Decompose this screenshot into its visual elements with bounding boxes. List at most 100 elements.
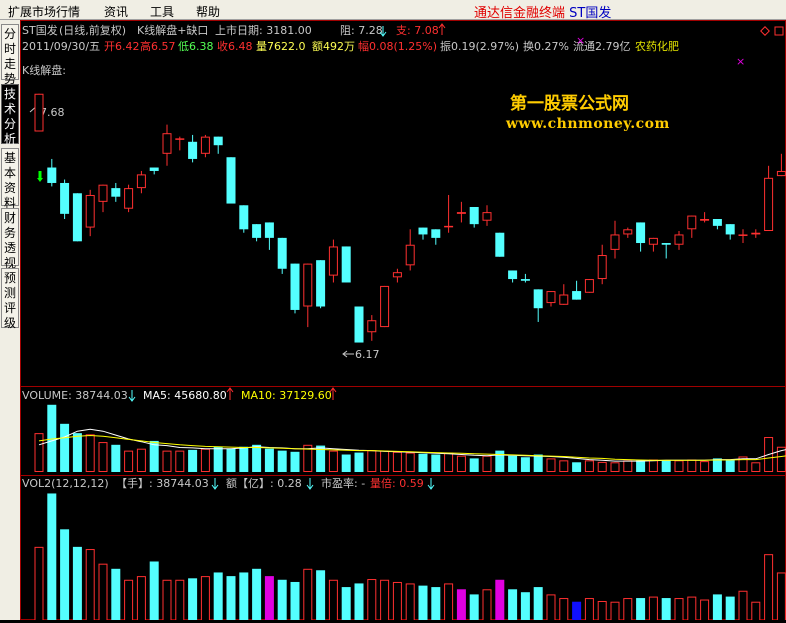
vol2-bar [277, 579, 287, 620]
expand-diamond-icon[interactable] [760, 26, 770, 36]
volume-bar [60, 423, 70, 472]
volume-bar [213, 446, 223, 472]
candle-body [533, 289, 543, 309]
candle-body [738, 234, 748, 236]
volume-bar [431, 454, 441, 472]
candle-body [764, 177, 774, 232]
vol2-name: VOL2(12,12,12) [22, 477, 109, 490]
vol2-bar [636, 598, 646, 620]
vol2-bar [687, 596, 697, 622]
tab-financials-label: 财务透视 [3, 211, 16, 270]
candle-body [47, 167, 57, 183]
quote-sector: 农药化肥 [635, 39, 679, 53]
quote-low: 低6.38 [178, 40, 214, 53]
vol2-bar [290, 581, 300, 620]
quote-close: 收6.48 [217, 39, 253, 53]
chart-area[interactable]: ST国发 (日线,前复权) K线解盘+缺口 上市日期: 3181.00 阻: 7… [20, 20, 786, 622]
volume-bar [98, 442, 108, 472]
volume-bar [725, 459, 735, 472]
volume-bar [188, 449, 198, 472]
candle-body [508, 270, 518, 280]
chart-border [20, 20, 786, 620]
menu-help[interactable]: 帮助 [196, 3, 220, 20]
max-price-label: 7.68 [40, 106, 65, 119]
vol2-bar [776, 572, 786, 622]
vol2-bar [354, 583, 364, 620]
chart-svg[interactable]: ST国发 (日线,前复权) K线解盘+缺口 上市日期: 3181.00 阻: 7… [20, 20, 786, 622]
candle-body [623, 229, 633, 235]
tab-technical-label: 技术分析 [3, 87, 16, 146]
tab-fundamentals[interactable]: 基本资料 [1, 148, 19, 210]
volume-bar [751, 462, 761, 472]
candle-body [725, 224, 735, 235]
vol2-bar [712, 594, 722, 620]
volume-label: VOLUME: 38744.03 [22, 389, 128, 402]
vol2-bar [597, 600, 607, 621]
candle-body [72, 193, 82, 242]
vol2-bar [520, 592, 530, 620]
vol2-bar [264, 576, 274, 620]
panel-label: K线解盘: [22, 63, 66, 77]
volume-bar [482, 455, 492, 472]
menu-tools[interactable]: 工具 [150, 3, 174, 20]
tab-forecast[interactable]: 预测评级 [1, 268, 19, 330]
volume-bar [444, 452, 454, 473]
candle-body [482, 212, 492, 221]
vol2-bar [239, 572, 249, 620]
candle-body [559, 294, 569, 305]
vol2-bar [392, 581, 402, 621]
quote-amplitude: 振0.19(2.97%) [440, 39, 519, 53]
menu-extended-market[interactable]: 扩展市场行情 [8, 3, 80, 20]
volume-bar [584, 460, 594, 473]
volume-bar [700, 461, 710, 472]
quote-amount: 额492万 [312, 40, 355, 53]
quote-turnover: 换0.27% [523, 39, 569, 53]
volume-bar [136, 448, 146, 472]
vol2-bar [572, 601, 582, 620]
sidebar: 分时走势 技术分析 基本资料 财务透视 预测评级 [0, 20, 20, 620]
vol2-bar [252, 568, 262, 620]
volume-bar [572, 462, 582, 472]
volume-bar [239, 446, 249, 472]
volume-bar [341, 454, 351, 472]
candle-body [316, 260, 326, 307]
vol2-bar [584, 598, 594, 621]
vol2-bar [610, 601, 620, 622]
volume-bar [418, 453, 428, 472]
vol2-bar [175, 579, 185, 621]
vol2-bar [661, 598, 671, 620]
tab-technical[interactable]: 技术分析 [1, 84, 19, 146]
volume-bar [200, 448, 210, 472]
vol2-multiple-label: 量倍: 0.59 [370, 476, 424, 490]
vol2-amount-down-arrow-icon [306, 478, 314, 490]
support-label: 支: 7.08 [396, 24, 439, 37]
tab-financials[interactable]: 财务透视 [1, 208, 19, 270]
vol2-bar [367, 579, 377, 621]
vol2-multiple-down-arrow-icon [427, 478, 435, 490]
volume-bar [636, 460, 646, 472]
volume-bar [533, 454, 543, 472]
ma10-label: MA10: 37129.60 [241, 389, 332, 402]
candle-body [290, 263, 300, 310]
candle-body [239, 205, 249, 230]
vol2-hand-label: 【手】: 38744.03 [116, 476, 209, 490]
tab-intraday-label: 分时走势 [3, 27, 16, 86]
volume-bar [508, 455, 518, 472]
volume-bar [392, 451, 402, 472]
menu-news[interactable]: 资讯 [104, 3, 128, 20]
volume-bar [149, 440, 159, 472]
vol2-bar [47, 493, 57, 620]
watermark-url: www.chnmoney.com [506, 116, 670, 132]
candle-body [444, 225, 454, 228]
window-square-icon[interactable] [774, 26, 784, 36]
candle-body [610, 234, 620, 250]
volume-bar [277, 450, 287, 472]
tab-fundamentals-label: 基本资料 [3, 151, 16, 210]
vol2-bar [405, 583, 415, 622]
vol2-bar [188, 578, 198, 620]
marker-x-icon: × [736, 55, 745, 68]
tab-intraday[interactable]: 分时走势 [1, 24, 19, 86]
candle-body [328, 246, 338, 276]
candle-body [136, 174, 146, 189]
vol2-bar [725, 596, 735, 620]
